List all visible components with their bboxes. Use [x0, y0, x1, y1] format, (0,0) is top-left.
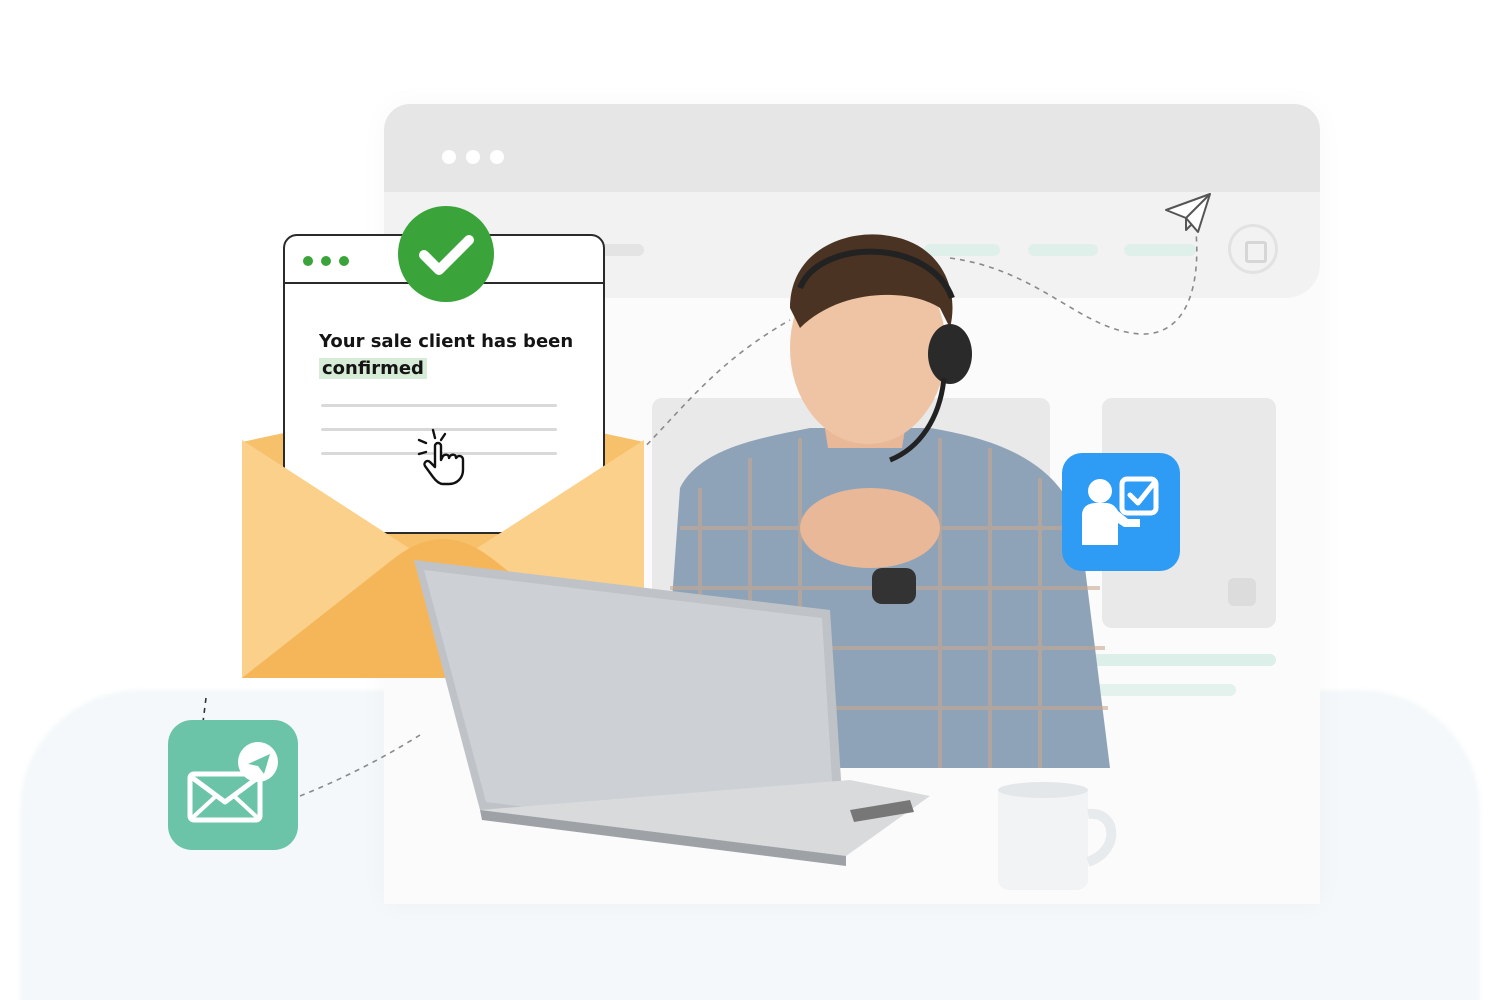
- email-message-text: Your sale client has been: [319, 331, 574, 352]
- shopping-bag-icon: [1228, 224, 1278, 274]
- nav-placeholder-bar: [1124, 244, 1196, 256]
- check-badge: [398, 206, 494, 302]
- person-checklist-glyph: [1082, 476, 1159, 545]
- mail-send-glyph: [187, 742, 278, 823]
- email-message: Your sale client has been confirmed: [319, 328, 579, 382]
- laptop: [414, 560, 930, 866]
- card-thumb: [1228, 578, 1256, 606]
- email-message-highlight: confirmed: [319, 358, 427, 379]
- email-card-dot: [339, 256, 349, 266]
- window-dot: [466, 150, 480, 164]
- email-card-dot: [303, 256, 313, 266]
- window-titlebar: [384, 104, 1320, 192]
- window-dots: [442, 150, 504, 164]
- window-dot: [442, 150, 456, 164]
- email-card-dot: [321, 256, 331, 266]
- hero-illustration: Your sale client has been confirmed: [0, 0, 1500, 1000]
- check-icon: [419, 235, 474, 275]
- window-dot: [490, 150, 504, 164]
- paper-plane-icon: [1165, 193, 1211, 233]
- mail-send-icon: [168, 720, 298, 850]
- email-text-line: [321, 404, 557, 407]
- email-card-dots: [303, 256, 349, 266]
- person-checklist-icon: [1062, 453, 1180, 571]
- coffee-mug: [998, 782, 1117, 890]
